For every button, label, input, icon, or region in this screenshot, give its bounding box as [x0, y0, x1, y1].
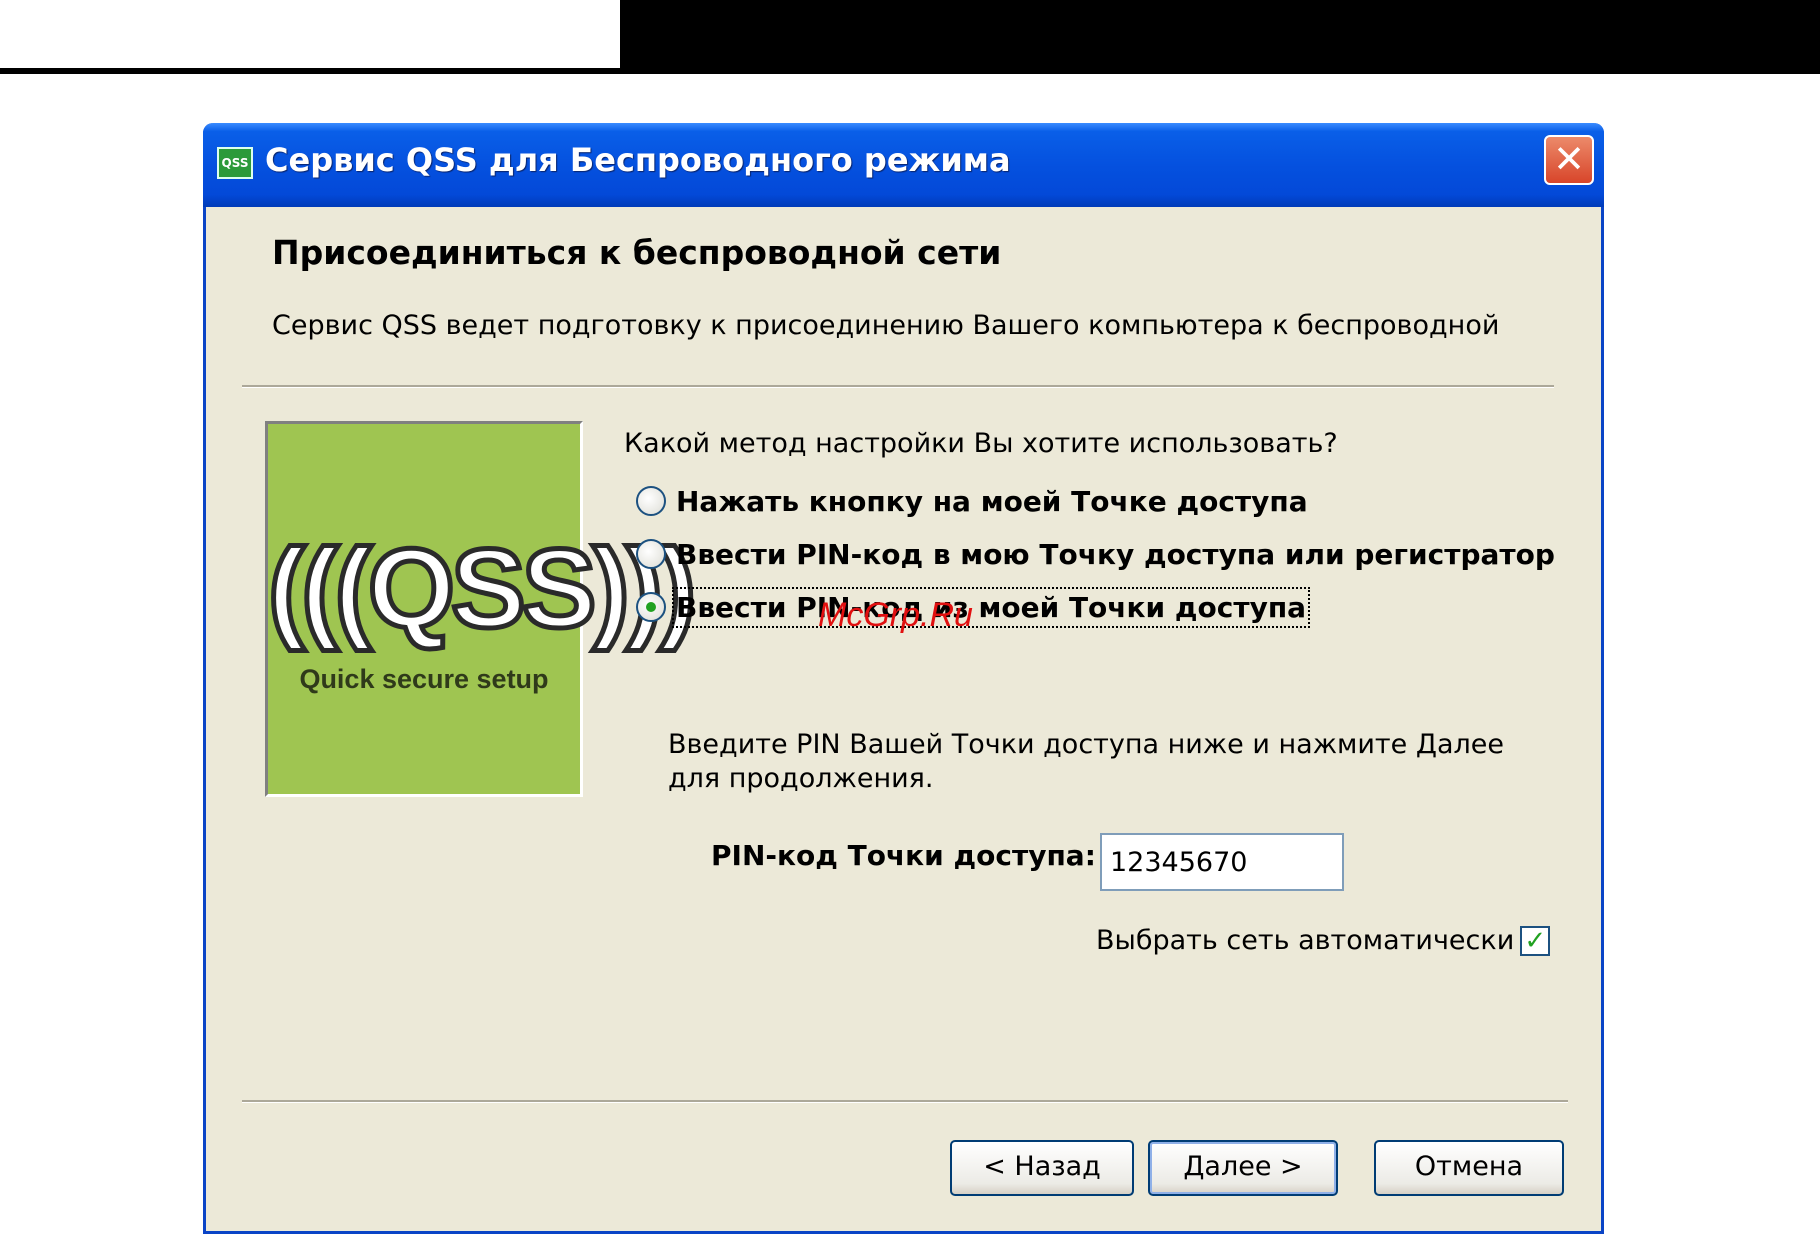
method-question: Какой метод настройки Вы хотите использо… — [624, 428, 1338, 459]
pin-input[interactable] — [1100, 833, 1344, 891]
back-button[interactable]: < Назад — [950, 1140, 1134, 1196]
radio-button-icon[interactable] — [636, 486, 666, 516]
qss-dialog-window: QSS Сервис QSS для Беспроводного режима … — [203, 123, 1604, 1234]
pin-instructions: Введите PIN Вашей Точки доступа ниже и н… — [668, 729, 1504, 794]
radio-option-enter-pin-into-ap[interactable]: Ввести PIN-код в мою Точку доступа или р… — [636, 534, 1555, 574]
page-subtitle: Сервис QSS ведет подготовку к присоедине… — [272, 310, 1500, 341]
qss-logo-icon: (((QSS))) — [266, 524, 699, 654]
radio-option-label[interactable]: Ввести PIN-код в мою Точку доступа или р… — [676, 538, 1555, 571]
radio-button-icon[interactable] — [636, 539, 666, 569]
radio-option-push-button[interactable]: Нажать кнопку на моей Точке доступа — [636, 481, 1308, 521]
radio-option-label[interactable]: Ввести PIN-код из моей Точки доступа — [671, 586, 1311, 628]
next-button[interactable]: Далее > — [1148, 1140, 1338, 1196]
pin-field-label: PIN-код Точки доступа: — [711, 839, 1096, 872]
auto-select-label[interactable]: Выбрать сеть автоматически — [1096, 925, 1514, 956]
close-button[interactable]: ✕ — [1544, 135, 1594, 185]
radio-option-label[interactable]: Нажать кнопку на моей Точке доступа — [676, 485, 1308, 518]
qss-logo-panel: (((QSS))) Quick secure setup — [265, 421, 699, 797]
auto-select-network-row[interactable]: Выбрать сеть автоматически ✓ — [1096, 925, 1551, 956]
close-icon: ✕ — [1553, 137, 1585, 181]
checkmark-icon: ✓ — [1524, 925, 1547, 956]
top-black-line — [0, 68, 630, 74]
top-black-bar — [620, 0, 1820, 74]
header-divider — [242, 385, 1554, 388]
cancel-button[interactable]: Отмена — [1374, 1140, 1564, 1196]
radio-button-selected-icon[interactable] — [636, 592, 666, 622]
watermark-text: McGrp.Ru — [818, 596, 973, 634]
window-title: Сервис QSS для Беспроводного режима — [265, 141, 1011, 179]
qss-logo-caption: Quick secure setup — [299, 664, 549, 694]
footer-divider — [242, 1100, 1568, 1103]
qss-app-icon: QSS — [217, 147, 253, 179]
title-bar[interactable]: QSS Сервис QSS для Беспроводного режима … — [203, 123, 1604, 207]
auto-select-checkbox[interactable]: ✓ — [1520, 925, 1551, 956]
page-heading: Присоединиться к беспроводной сети — [272, 233, 1002, 272]
